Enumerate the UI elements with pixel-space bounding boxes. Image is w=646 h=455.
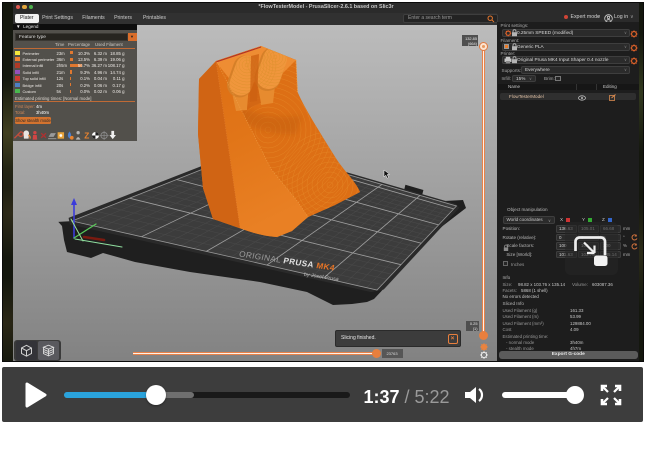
svg-text:Z: Z	[84, 131, 89, 140]
